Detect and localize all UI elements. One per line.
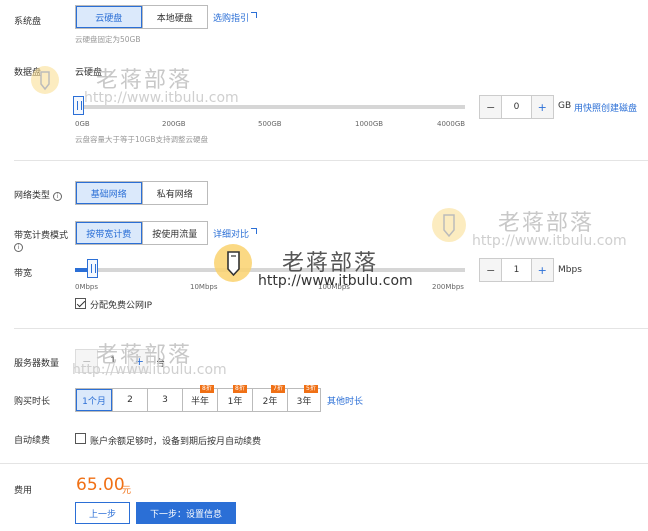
bandwidth-stepper: − 1 + [479, 258, 554, 282]
duration-label: 购买时长 [14, 397, 51, 407]
data-disk-stepper: − 0 + [479, 95, 554, 119]
bandwidth-label: 带宽 [14, 269, 33, 279]
data-disk-tick: 200GB [162, 120, 186, 128]
discount-badge: 8折 [200, 385, 214, 393]
watermark-url: http://www.itbulu.com [72, 362, 227, 378]
watermark-logo-icon [432, 208, 466, 242]
system-disk-selector: 云硬盘 本地硬盘 [75, 5, 208, 29]
data-disk-hint: 云盘容量大于等于10GB支持调整云硬盘 [75, 135, 208, 144]
network-type-label: 网络类型 i [14, 188, 63, 201]
external-link-icon [251, 228, 258, 234]
auto-renew-checkbox[interactable] [75, 433, 86, 444]
public-ip-checkbox[interactable] [75, 298, 86, 309]
footer-divider [0, 463, 648, 464]
system-disk-option-local[interactable]: 本地硬盘 [141, 6, 208, 28]
network-type-label-text: 网络类型 [14, 191, 51, 201]
server-count-label: 服务器数量 [14, 359, 60, 369]
watermark-url: http://www.itbulu.com [84, 90, 239, 106]
decrement-button[interactable]: − [480, 96, 502, 118]
purchase-guide-label: 选购指引 [213, 14, 250, 24]
bandwidth-unit: Mbps [558, 265, 582, 275]
bandwidth-slider-handle[interactable] [87, 259, 98, 278]
data-disk-unit: GB [558, 101, 572, 111]
data-disk-tick: 0GB [75, 120, 90, 128]
bandwidth-value-input[interactable]: 1 [501, 259, 532, 281]
network-option-private[interactable]: 私有网络 [141, 182, 208, 204]
info-icon[interactable]: i [14, 243, 23, 252]
network-type-selector: 基础网络 私有网络 [75, 181, 208, 205]
fee-amount: 65.00 [76, 475, 125, 495]
system-disk-label: 系统盘 [14, 17, 42, 27]
snapshot-create-disk-link[interactable]: 用快照创建磁盘 [574, 101, 637, 114]
increment-button[interactable]: + [531, 259, 553, 281]
watermark-logo-icon [31, 66, 59, 94]
billing-option-bandwidth[interactable]: 按带宽计费 [76, 222, 142, 244]
detailed-compare-link[interactable]: 详细对比 [213, 227, 258, 240]
bandwidth-tick: 0Mbps [75, 283, 99, 291]
external-link-icon [251, 12, 258, 18]
fee-label: 费用 [14, 486, 33, 496]
watermark-url: http://www.itbulu.com [472, 233, 627, 249]
system-disk-hint: 云硬盘固定为50GB [75, 35, 141, 44]
duration-option-3m[interactable]: 3 [147, 389, 182, 411]
billing-mode-label: 带宽计费模式 [14, 231, 69, 241]
watermark-logo-icon [214, 244, 252, 282]
increment-button[interactable]: + [531, 96, 553, 118]
bandwidth-slider-track[interactable] [75, 268, 465, 272]
billing-mode-selector: 按带宽计费 按使用流量 [75, 221, 208, 245]
auto-renew-label: 自动续费 [14, 436, 51, 446]
network-option-basic[interactable]: 基础网络 [76, 182, 142, 204]
decrement-button[interactable]: − [480, 259, 502, 281]
fee-currency: 元 [122, 486, 132, 496]
billing-option-traffic[interactable]: 按使用流量 [141, 222, 208, 244]
watermark-url: http://www.itbulu.com [258, 273, 413, 289]
section-divider [14, 328, 648, 329]
bandwidth-tick: 10Mbps [190, 283, 218, 291]
data-disk-value-input[interactable]: 0 [501, 96, 532, 118]
discount-badge: 5折 [304, 385, 318, 393]
info-icon[interactable]: i [53, 192, 63, 201]
prev-step-button[interactable]: 上一步 [75, 502, 130, 524]
data-disk-slider-handle[interactable] [73, 96, 84, 115]
billing-mode-info: i [14, 242, 23, 252]
bandwidth-tick: 200Mbps [432, 283, 464, 291]
auto-renew-text: 账户余额足够时，设备到期后按月自动续费 [90, 437, 262, 447]
detailed-compare-label: 详细对比 [213, 230, 250, 240]
system-disk-option-cloud[interactable]: 云硬盘 [76, 6, 142, 28]
duration-option-2m[interactable]: 2 [112, 389, 147, 411]
data-disk-tick: 4000GB [437, 120, 466, 128]
data-disk-tick: 1000GB [355, 120, 384, 128]
purchase-guide-link[interactable]: 选购指引 [213, 11, 258, 24]
data-disk-tick: 500GB [258, 120, 282, 128]
other-duration-link[interactable]: 其他时长 [327, 394, 363, 407]
discount-badge: 8折 [233, 385, 247, 393]
next-step-button[interactable]: 下一步：设置信息 [136, 502, 236, 524]
section-divider [14, 160, 648, 161]
duration-option-1m[interactable]: 1个月 [76, 389, 112, 411]
discount-badge: 7折 [271, 385, 285, 393]
public-ip-label: 分配免费公网IP [90, 301, 153, 311]
